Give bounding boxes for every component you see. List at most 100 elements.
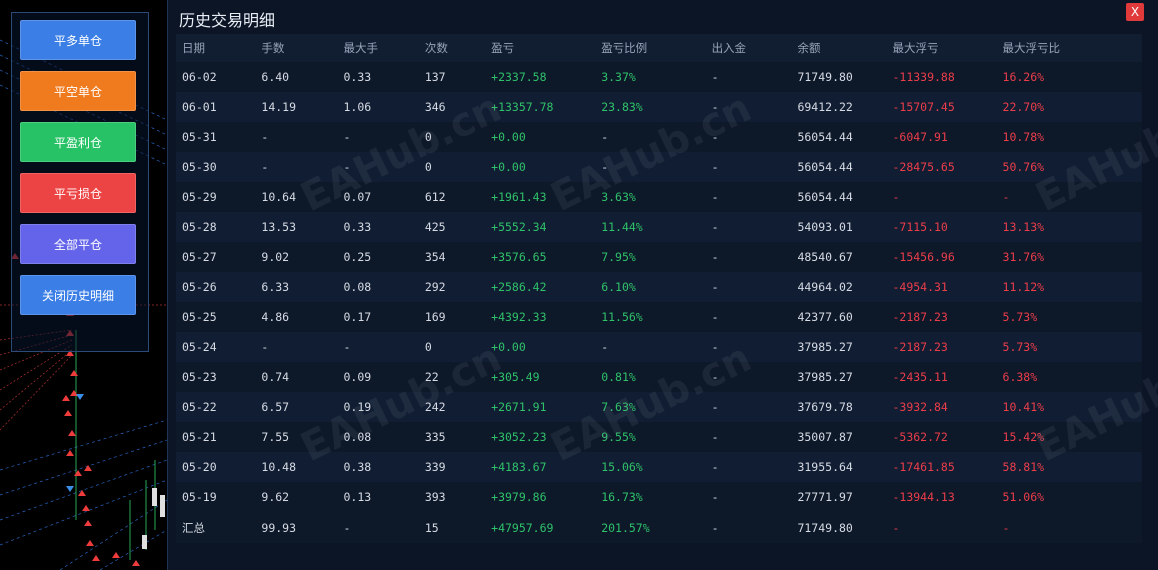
table-cell: 0	[418, 152, 486, 182]
table-row: 05-26 6.33 0.08 292 +2586.42 6.10% -44964.02 -4…	[176, 272, 1142, 302]
table-cell: 58.81%	[996, 452, 1142, 482]
column-header: 盈亏比例	[595, 34, 706, 62]
table-cell: 201.57%	[595, 512, 706, 543]
table-cell: 425	[418, 212, 486, 242]
table-cell: 23.83%	[595, 92, 706, 122]
table-cell: -	[705, 452, 792, 482]
table-cell: 7.63%	[595, 392, 706, 422]
column-header: 最大浮亏	[886, 34, 997, 62]
close-short-positions-button[interactable]: 平空单仓	[20, 71, 136, 111]
table-cell: 0.81%	[595, 362, 706, 392]
table-cell: 31.76%	[996, 242, 1142, 272]
table-cell: +305.49	[485, 362, 596, 392]
table-cell: 16.26%	[996, 62, 1142, 92]
table-cell: 71749.80	[791, 62, 887, 92]
table-cell: 05-21	[176, 422, 256, 452]
trade-history-table: 日期 手数 最大手 次数 盈亏 盈亏比例 出入金 余额 最大浮亏 最大浮亏比 06-02 6.40 0…	[176, 34, 1142, 543]
table-cell: +2337.58	[485, 62, 596, 92]
table-cell: 56054.44	[791, 152, 887, 182]
table-cell: -	[705, 212, 792, 242]
table-cell: -	[595, 122, 706, 152]
table-cell: +3052.23	[485, 422, 596, 452]
table-cell: 0.08	[337, 272, 419, 302]
table-row: 05-30- -0 +0.00- -56054.44 -28475.65 50.76%	[176, 152, 1142, 182]
table-cell: 6.40	[255, 62, 338, 92]
table-cell: -7115.10	[886, 212, 997, 242]
table-cell: 05-25	[176, 302, 256, 332]
table-cell: 393	[418, 482, 486, 512]
table-cell: -	[255, 332, 338, 362]
table-cell: -	[705, 332, 792, 362]
table-row: 05-31- -0 +0.00- -56054.44 -6047.91 10.78%	[176, 122, 1142, 152]
table-row: 05-28 13.53 0.33 425 +5552.34 11.44% -54093.01…	[176, 212, 1142, 242]
table-cell: -	[705, 242, 792, 272]
table-cell: 99.93	[255, 512, 338, 543]
table-cell: 69412.22	[791, 92, 887, 122]
table-cell: 354	[418, 242, 486, 272]
table-cell: 0	[418, 332, 486, 362]
table-cell: 11.12%	[996, 272, 1142, 302]
close-long-positions-button[interactable]: 平多单仓	[20, 20, 136, 60]
table-cell: 05-31	[176, 122, 256, 152]
table-cell: -	[705, 272, 792, 302]
table-cell: 05-27	[176, 242, 256, 272]
table-cell: 05-24	[176, 332, 256, 362]
table-cell: -3932.84	[886, 392, 997, 422]
table-cell: 05-29	[176, 182, 256, 212]
table-row: 05-20 10.48 0.38 339 +4183.67 15.06% -31955.64…	[176, 452, 1142, 482]
table-row: 05-21 7.55 0.08 335 +3052.23 9.55% -35007.87 -5…	[176, 422, 1142, 452]
table-cell: 169	[418, 302, 486, 332]
table-cell: 06-02	[176, 62, 256, 92]
table-cell: 37985.27	[791, 332, 887, 362]
table-cell: +47957.69	[485, 512, 596, 543]
table-row: 06-01 14.19 1.06 346 +13357.78 23.83% -69412.2…	[176, 92, 1142, 122]
table-cell: -	[255, 152, 338, 182]
table-cell: -	[705, 482, 792, 512]
table-cell: -17461.85	[886, 452, 997, 482]
table-cell: 0.08	[337, 422, 419, 452]
table-cell: -11339.88	[886, 62, 997, 92]
table-cell: -	[996, 182, 1142, 212]
table-cell: -2187.23	[886, 332, 997, 362]
table-cell: 13.13%	[996, 212, 1142, 242]
table-row: 05-29 10.64 0.07 612 +1961.43 3.63% -56054.44-…	[176, 182, 1142, 212]
close-profitable-positions-button[interactable]: 平盈利仓	[20, 122, 136, 162]
table-cell: -28475.65	[886, 152, 997, 182]
table-cell: 16.73%	[595, 482, 706, 512]
table-cell: -	[705, 152, 792, 182]
table-cell: -15707.45	[886, 92, 997, 122]
table-cell: -	[705, 422, 792, 452]
table-row: 05-23 0.74 0.09 22 +305.49 0.81% -37985.27 -243…	[176, 362, 1142, 392]
table-cell: 37679.78	[791, 392, 887, 422]
table-cell: 5.73%	[996, 302, 1142, 332]
table-cell: 6.38%	[996, 362, 1142, 392]
table-row: 05-24- -0 +0.00- -37985.27 -2187.23 5.73%	[176, 332, 1142, 362]
table-cell: +13357.78	[485, 92, 596, 122]
table-cell: -	[705, 392, 792, 422]
table-cell: 44964.02	[791, 272, 887, 302]
table-cell: 612	[418, 182, 486, 212]
table-cell: 10.64	[255, 182, 338, 212]
table-cell: +0.00	[485, 332, 596, 362]
table-cell: -	[705, 182, 792, 212]
table-cell: 0.33	[337, 62, 419, 92]
table-cell: -	[705, 122, 792, 152]
column-header: 盈亏	[485, 34, 596, 62]
table-cell: +0.00	[485, 122, 596, 152]
table-cell: 35007.87	[791, 422, 887, 452]
table-cell: -	[705, 302, 792, 332]
table-cell: 346	[418, 92, 486, 122]
close-history-detail-button[interactable]: 关闭历史明细	[20, 275, 136, 315]
close-losing-positions-button[interactable]: 平亏损仓	[20, 173, 136, 213]
close-all-positions-button[interactable]: 全部平仓	[20, 224, 136, 264]
table-cell: +2671.91	[485, 392, 596, 422]
table-cell: 05-22	[176, 392, 256, 422]
table-cell: -5362.72	[886, 422, 997, 452]
table-cell: 7.55	[255, 422, 338, 452]
close-panel-button[interactable]: X	[1126, 3, 1144, 21]
table-cell: 56054.44	[791, 182, 887, 212]
table-cell: +2586.42	[485, 272, 596, 302]
table-cell: -	[705, 362, 792, 392]
table-row: 05-19 9.62 0.13 393 +3979.86 16.73% -27771.97-…	[176, 482, 1142, 512]
table-cell: 10.41%	[996, 392, 1142, 422]
